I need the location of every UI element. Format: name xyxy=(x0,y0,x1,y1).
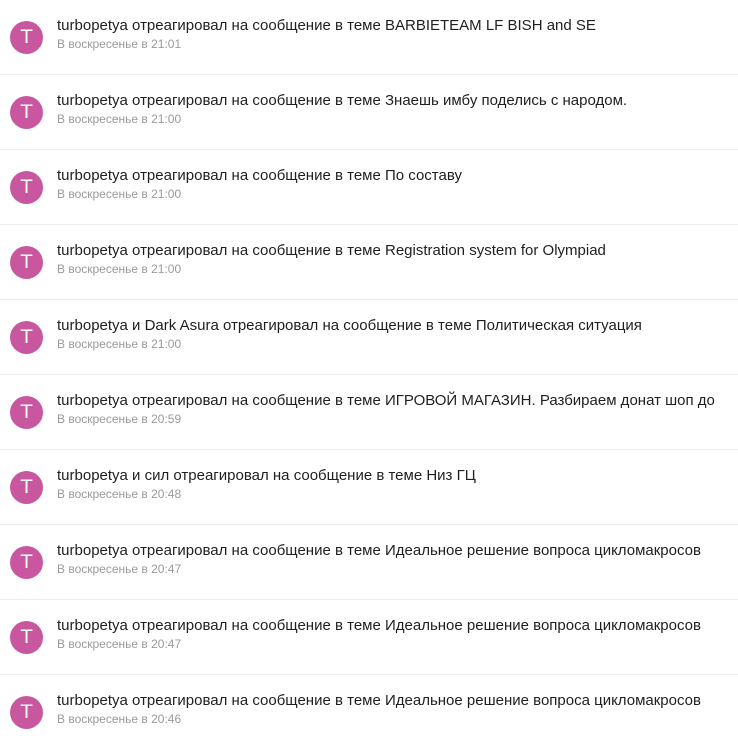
notification-content: turbopetya и Dark Asura отреагировал на … xyxy=(57,316,738,352)
notification-text[interactable]: turbopetya отреагировал на сообщение в т… xyxy=(57,541,738,560)
notification-item[interactable]: T turbopetya отреагировал на сообщение в… xyxy=(0,600,738,675)
notification-list: T turbopetya отреагировал на сообщение в… xyxy=(0,0,738,750)
notification-item[interactable]: T turbopetya отреагировал на сообщение в… xyxy=(0,675,738,750)
notification-content: turbopetya отреагировал на сообщение в т… xyxy=(57,91,738,127)
notification-time: В воскресенье в 20:59 xyxy=(57,412,182,426)
user-avatar[interactable]: T xyxy=(10,171,43,204)
notification-item[interactable]: T turbopetya и Dark Asura отреагировал н… xyxy=(0,300,738,375)
notification-time: В воскресенье в 21:00 xyxy=(57,337,182,351)
notification-item[interactable]: T turbopetya отреагировал на сообщение в… xyxy=(0,0,738,75)
notification-item[interactable]: T turbopetya отреагировал на сообщение в… xyxy=(0,375,738,450)
notification-content: turbopetya отреагировал на сообщение в т… xyxy=(57,616,738,652)
notification-content: turbopetya отреагировал на сообщение в т… xyxy=(57,391,738,427)
notification-item[interactable]: T turbopetya отреагировал на сообщение в… xyxy=(0,525,738,600)
notification-text[interactable]: turbopetya отреагировал на сообщение в т… xyxy=(57,616,738,635)
user-avatar[interactable]: T xyxy=(10,546,43,579)
notification-time: В воскресенье в 20:48 xyxy=(57,487,182,501)
notification-text[interactable]: turbopetya отреагировал на сообщение в т… xyxy=(57,91,738,110)
notification-time: В воскресенье в 21:00 xyxy=(57,262,182,276)
notification-time: В воскресенье в 20:47 xyxy=(57,637,182,651)
notification-content: turbopetya отреагировал на сообщение в т… xyxy=(57,241,738,277)
user-avatar[interactable]: T xyxy=(10,696,43,729)
notification-item[interactable]: T turbopetya отреагировал на сообщение в… xyxy=(0,225,738,300)
notification-content: turbopetya отреагировал на сообщение в т… xyxy=(57,541,738,577)
notification-time: В воскресенье в 20:46 xyxy=(57,712,182,726)
user-avatar[interactable]: T xyxy=(10,96,43,129)
user-avatar[interactable]: T xyxy=(10,246,43,279)
notification-content: turbopetya отреагировал на сообщение в т… xyxy=(57,691,738,727)
notification-content: turbopetya отреагировал на сообщение в т… xyxy=(57,16,738,52)
notification-time: В воскресенье в 20:47 xyxy=(57,562,182,576)
notification-time: В воскресенье в 21:00 xyxy=(57,187,182,201)
user-avatar[interactable]: T xyxy=(10,621,43,654)
notification-item[interactable]: T turbopetya отреагировал на сообщение в… xyxy=(0,150,738,225)
user-avatar[interactable]: T xyxy=(10,321,43,354)
notification-text[interactable]: turbopetya отреагировал на сообщение в т… xyxy=(57,241,738,260)
notification-text[interactable]: turbopetya отреагировал на сообщение в т… xyxy=(57,16,738,35)
notification-text[interactable]: turbopetya и Dark Asura отреагировал на … xyxy=(57,316,738,335)
user-avatar[interactable]: T xyxy=(10,396,43,429)
user-avatar[interactable]: T xyxy=(10,21,43,54)
notification-item[interactable]: T turbopetya и сил отреагировал на сообщ… xyxy=(0,450,738,525)
notification-item[interactable]: T turbopetya отреагировал на сообщение в… xyxy=(0,75,738,150)
notification-text[interactable]: turbopetya отреагировал на сообщение в т… xyxy=(57,691,738,710)
notification-time: В воскресенье в 21:01 xyxy=(57,37,182,51)
notification-text[interactable]: turbopetya отреагировал на сообщение в т… xyxy=(57,166,738,185)
notification-content: turbopetya отреагировал на сообщение в т… xyxy=(57,166,738,202)
notification-text[interactable]: turbopetya и сил отреагировал на сообщен… xyxy=(57,466,738,485)
notification-content: turbopetya и сил отреагировал на сообщен… xyxy=(57,466,738,502)
notification-text[interactable]: turbopetya отреагировал на сообщение в т… xyxy=(57,391,738,410)
user-avatar[interactable]: T xyxy=(10,471,43,504)
notification-time: В воскресенье в 21:00 xyxy=(57,112,182,126)
